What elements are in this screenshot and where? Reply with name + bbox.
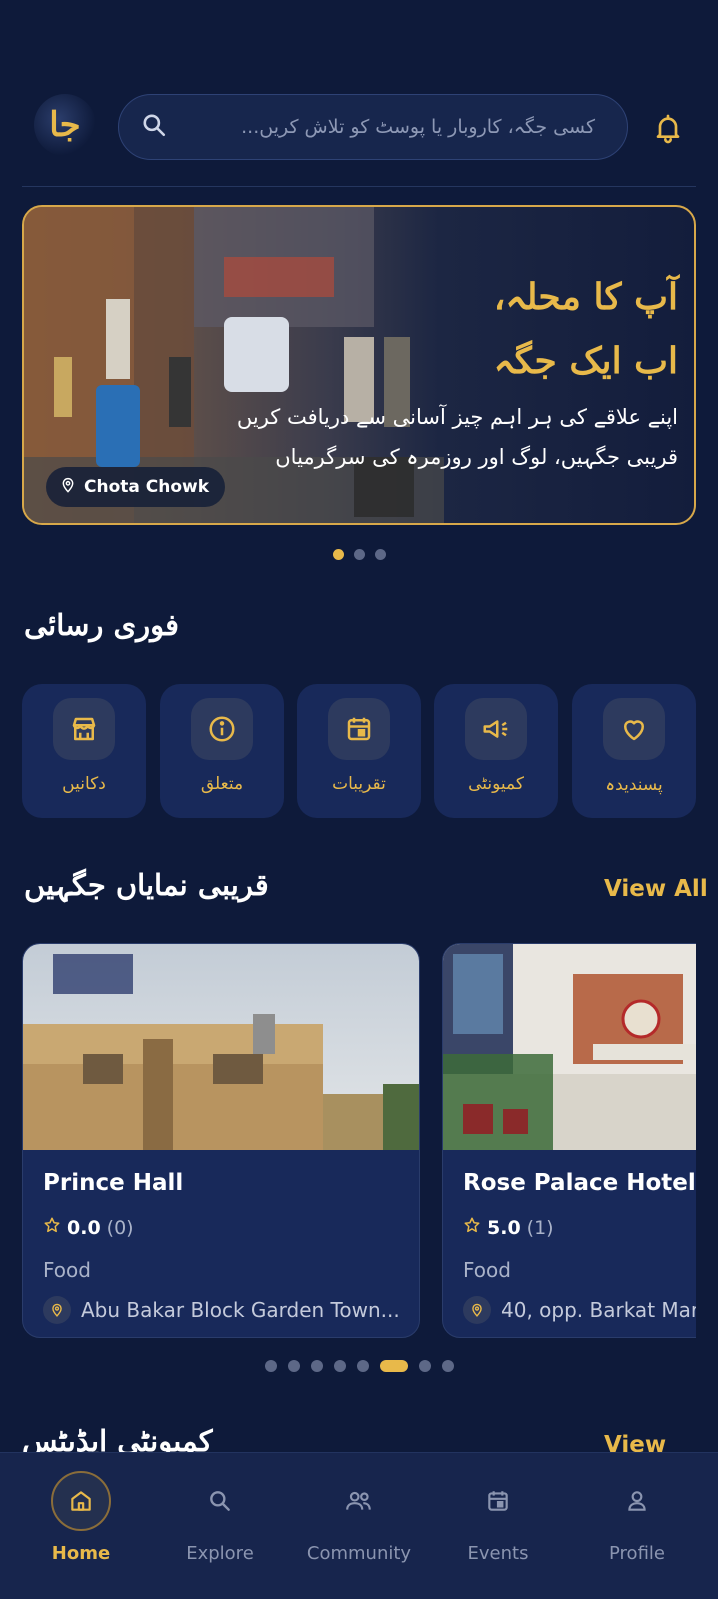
nav-home-label: Home — [51, 1543, 111, 1564]
nearby-view-all-link[interactable]: View All — [604, 876, 708, 902]
nearby-places-title: قریبی نمایاں جگہیں — [24, 868, 269, 902]
hero-subtitle-line-2: قریبی جگہیں، لوگ اور روزمرہ کی سرگرمیاں — [275, 445, 678, 469]
megaphone-icon — [465, 698, 527, 760]
location-name: Chota Chowk — [84, 477, 210, 497]
place-address-text: Abu Bakar Block Garden Town... — [81, 1298, 400, 1322]
rating-value: 5.0 — [487, 1216, 521, 1239]
quick-shops-label: دکانیں — [62, 774, 106, 794]
place-card[interactable]: Rose Palace Hotel 5.0 (1) Food 40, opp. … — [442, 943, 696, 1338]
search-bar[interactable]: کسی جگہ، کاروبار یا پوسٹ کو تلاش کریں... — [118, 94, 628, 160]
nav-explore[interactable]: Explore — [150, 1453, 290, 1599]
bottom-navigation: Home Explore Community Events Profile — [0, 1452, 718, 1599]
place-address: 40, opp. Barkat Mar — [463, 1296, 696, 1324]
hero-title-line-2: اب ایک جگہ — [493, 340, 678, 382]
hero-pager-dot[interactable] — [374, 549, 386, 560]
place-name: Prince Hall — [43, 1170, 184, 1196]
nearby-pager-dot[interactable] — [264, 1360, 277, 1372]
quick-about[interactable]: متعلق — [160, 684, 284, 818]
location-badge[interactable]: Chota Chowk — [46, 467, 226, 507]
quick-community-label: کمیونٹی — [468, 774, 524, 794]
quick-events-label: تقریبات — [332, 774, 386, 794]
nav-events[interactable]: Events — [428, 1453, 568, 1599]
quick-shops[interactable]: دکانیں — [22, 684, 146, 818]
nav-profile[interactable]: Profile — [567, 1453, 707, 1599]
place-card[interactable]: Prince Hall 0.0 (0) Food Abu Bakar Block… — [22, 943, 420, 1338]
star-icon — [43, 1216, 61, 1239]
store-icon — [53, 698, 115, 760]
hero-pager-dot[interactable] — [332, 549, 344, 560]
hero-banner[interactable]: آپ کا محلہ، اب ایک جگہ اپنے علاقے کی ہر … — [22, 205, 696, 525]
place-image — [23, 944, 419, 1150]
place-address-text: 40, opp. Barkat Mar — [501, 1298, 696, 1322]
nav-community-label: Community — [306, 1543, 412, 1564]
hero-subtitle-line-1: اپنے علاقے کی ہر اہم چیز آسانی سے دریافت… — [236, 405, 678, 429]
rating-value: 0.0 — [67, 1216, 101, 1239]
nav-explore-label: Explore — [186, 1543, 254, 1564]
place-category: Food — [463, 1258, 511, 1282]
nav-community[interactable]: Community — [289, 1453, 429, 1599]
rating-count: (0) — [106, 1216, 134, 1239]
place-address: Abu Bakar Block Garden Town... — [43, 1296, 413, 1324]
app-header: جا کسی جگہ، کاروبار یا پوسٹ کو تلاش کریں… — [0, 88, 718, 188]
quick-access-row: پسندیدہ کمیونٹی تقریبات متعلق دکانیں — [22, 684, 696, 818]
nearby-pager-dot[interactable] — [356, 1360, 369, 1372]
search-icon — [190, 1471, 250, 1531]
calendar-icon — [328, 698, 390, 760]
users-icon — [329, 1471, 389, 1531]
nearby-pager-dot[interactable] — [310, 1360, 323, 1372]
hero-subtitle: اپنے علاقے کی ہر اہم چیز آسانی سے دریافت… — [208, 397, 678, 477]
quick-favorites[interactable]: پسندیدہ — [572, 684, 696, 818]
place-rating: 5.0 (1) — [463, 1216, 554, 1239]
place-rating: 0.0 (0) — [43, 1216, 134, 1239]
nav-events-label: Events — [467, 1543, 529, 1564]
nearby-pager-dot[interactable] — [418, 1360, 431, 1372]
nav-profile-label: Profile — [609, 1543, 665, 1564]
map-pin-icon — [43, 1296, 71, 1324]
nearby-places-carousel: Prince Hall 0.0 (0) Food Abu Bakar Block… — [22, 943, 696, 1338]
nearby-pager-dot[interactable] — [379, 1360, 408, 1372]
hero-title-line-1: آپ کا محلہ، — [493, 276, 678, 318]
hero-pager — [0, 549, 718, 560]
star-icon — [463, 1216, 481, 1239]
hero-title: آپ کا محلہ، اب ایک جگہ — [494, 265, 678, 393]
logo-text: جا — [49, 105, 81, 145]
rating-count: (1) — [526, 1216, 554, 1239]
calendar-icon — [468, 1471, 528, 1531]
user-icon — [607, 1471, 667, 1531]
map-pin-icon — [60, 476, 76, 499]
nearby-pager-dot[interactable] — [441, 1360, 454, 1372]
nearby-pager-dot[interactable] — [287, 1360, 300, 1372]
quick-community[interactable]: کمیونٹی — [434, 684, 558, 818]
map-pin-icon — [463, 1296, 491, 1324]
hero-pager-dot[interactable] — [353, 549, 365, 560]
search-icon — [141, 112, 167, 142]
home-icon — [51, 1471, 111, 1531]
info-icon — [191, 698, 253, 760]
nearby-pager-dot[interactable] — [333, 1360, 346, 1372]
notification-bell-icon[interactable] — [652, 112, 684, 144]
heart-icon — [603, 698, 665, 760]
place-name: Rose Palace Hotel — [463, 1170, 696, 1196]
place-category: Food — [43, 1258, 91, 1282]
place-image — [443, 944, 696, 1150]
app-logo[interactable]: جا — [34, 94, 96, 156]
nearby-pager — [0, 1360, 718, 1372]
quick-about-label: متعلق — [200, 774, 244, 794]
nav-home[interactable]: Home — [11, 1453, 151, 1599]
quick-access-title: فوری رسائی — [24, 608, 180, 642]
quick-events[interactable]: تقریبات — [297, 684, 421, 818]
header-divider — [22, 186, 696, 187]
search-placeholder: کسی جگہ، کاروبار یا پوسٹ کو تلاش کریں... — [241, 116, 595, 138]
quick-favorites-label: پسندیدہ — [605, 775, 663, 795]
